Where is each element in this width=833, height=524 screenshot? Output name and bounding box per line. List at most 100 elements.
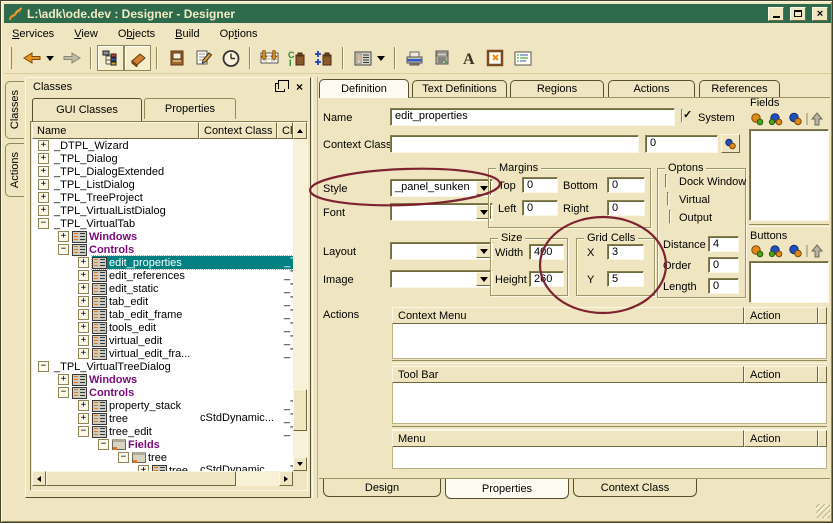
title-bar[interactable]: L:\adk\ode.dev : Designer - Designer × bbox=[4, 4, 831, 23]
tree-row[interactable]: −_TPL_VirtualTreeDialog bbox=[32, 360, 293, 373]
tree-row[interactable]: +virtual_edit_fra..._T bbox=[32, 347, 293, 360]
tool-bar-action-header[interactable]: Action bbox=[744, 366, 818, 383]
vertical-scrollbar-thumb[interactable] bbox=[293, 389, 307, 431]
tree-expand-toggle[interactable]: − bbox=[58, 387, 69, 398]
field-move-up-icon[interactable] bbox=[812, 113, 822, 125]
margin-right-input[interactable]: 0 bbox=[607, 200, 645, 216]
panel-splitter[interactable] bbox=[312, 77, 318, 498]
tree-expand-toggle[interactable]: − bbox=[58, 244, 69, 255]
dock-window-checkbox[interactable] bbox=[665, 174, 667, 188]
menu-services[interactable]: Services bbox=[12, 28, 54, 40]
tree-row[interactable]: +virtual_edit_T bbox=[32, 334, 293, 347]
tree-expand-toggle[interactable]: + bbox=[78, 348, 89, 359]
tree-row[interactable]: −tree bbox=[32, 451, 293, 464]
close-panel-icon[interactable]: × bbox=[296, 80, 303, 94]
tree-view-button[interactable] bbox=[97, 45, 124, 71]
tree-expand-toggle[interactable]: − bbox=[118, 452, 129, 463]
back-dropdown-icon[interactable] bbox=[46, 56, 54, 65]
context-menu-action-header[interactable]: Action bbox=[744, 307, 818, 324]
tree-row[interactable]: +_TPL_VirtualListDialog bbox=[32, 204, 293, 217]
tree-row[interactable]: +edit_properties_T bbox=[32, 256, 293, 269]
tree-row[interactable]: +_DTPL_Wizard bbox=[32, 139, 293, 152]
tree-expand-toggle[interactable]: + bbox=[58, 231, 69, 242]
tree-row[interactable]: +tools_edit_T bbox=[32, 321, 293, 334]
tree-expand-toggle[interactable]: + bbox=[78, 322, 89, 333]
float-panel-icon[interactable] bbox=[275, 83, 285, 92]
tree-expand-toggle[interactable]: + bbox=[78, 257, 89, 268]
layout-combobox[interactable] bbox=[390, 242, 493, 260]
tree-row[interactable]: +treecStdDynamic..._T bbox=[32, 464, 293, 471]
output-checkbox[interactable] bbox=[669, 210, 671, 224]
tree-row[interactable]: +_TPL_DialogExtended bbox=[32, 165, 293, 178]
column-header-class[interactable]: Cl bbox=[277, 122, 293, 139]
image-dropdown-icon[interactable] bbox=[476, 272, 491, 286]
virtual-checkbox[interactable] bbox=[667, 192, 669, 206]
horizontal-scrollbar[interactable] bbox=[32, 471, 293, 486]
menu-options[interactable]: Options bbox=[220, 28, 258, 40]
tree-row[interactable]: +Windows bbox=[32, 373, 293, 386]
tree-row[interactable]: +edit_references_T bbox=[32, 269, 293, 282]
tree-row[interactable]: +_TPL_Dialog bbox=[32, 152, 293, 165]
tab-design[interactable]: Design bbox=[323, 479, 441, 497]
form-select-dropdown-icon[interactable] bbox=[377, 56, 385, 65]
name-input[interactable]: edit_properties bbox=[390, 108, 675, 126]
scroll-up-button[interactable] bbox=[293, 122, 307, 139]
grid-x-input[interactable]: 3 bbox=[607, 244, 644, 260]
tab-properties-left[interactable]: Properties bbox=[144, 98, 236, 119]
tree-row[interactable]: +tab_edit_T bbox=[32, 295, 293, 308]
tree-row[interactable]: +_TPL_TreeProject bbox=[32, 191, 293, 204]
tree-expand-toggle[interactable]: − bbox=[38, 361, 49, 372]
tree-expand-toggle[interactable]: + bbox=[58, 374, 69, 385]
tree-row[interactable]: −tree_edit_T bbox=[32, 425, 293, 438]
button-edit-icon[interactable] bbox=[769, 246, 781, 257]
tree-expand-toggle[interactable]: + bbox=[78, 335, 89, 346]
field-add-icon[interactable] bbox=[752, 114, 763, 125]
margin-top-input[interactable]: 0 bbox=[522, 177, 558, 193]
image-combobox[interactable] bbox=[390, 270, 493, 288]
layout-dropdown-icon[interactable] bbox=[476, 244, 491, 258]
distance-input[interactable]: 4 bbox=[708, 236, 739, 252]
minimize-button[interactable] bbox=[768, 7, 784, 21]
context-class-number-input[interactable]: 0 bbox=[645, 135, 718, 153]
tree-expand-toggle[interactable]: + bbox=[38, 140, 49, 151]
length-input[interactable]: 0 bbox=[708, 278, 739, 294]
tree-row[interactable]: +tab_edit_frame_T bbox=[32, 308, 293, 321]
tree-expand-toggle[interactable]: + bbox=[38, 192, 49, 203]
context-menu-header[interactable]: Context Menu bbox=[392, 307, 744, 324]
tree-expand-toggle[interactable]: − bbox=[98, 439, 109, 450]
menu-body[interactable] bbox=[392, 447, 827, 469]
style-combobox[interactable]: _panel_sunken bbox=[390, 179, 493, 197]
order-input[interactable]: 0 bbox=[708, 257, 739, 273]
tree-row[interactable]: −_TPL_VirtualTab bbox=[32, 217, 293, 230]
tab-text-definitions[interactable]: Text Definitions bbox=[412, 80, 507, 97]
system-checkbox[interactable] bbox=[681, 109, 683, 123]
tree-row[interactable]: +treecStdDynamic..._T bbox=[32, 412, 293, 425]
tree-expand-toggle[interactable]: − bbox=[78, 426, 89, 437]
context-class-input[interactable] bbox=[390, 135, 639, 153]
font-combobox[interactable] bbox=[390, 203, 493, 221]
button-link-icon[interactable] bbox=[790, 245, 801, 256]
resize-grip[interactable] bbox=[816, 504, 830, 518]
book-button[interactable] bbox=[163, 45, 190, 71]
dock-tab-classes[interactable]: Classes bbox=[5, 81, 24, 139]
forward-button[interactable] bbox=[58, 45, 85, 71]
tree-row[interactable]: +edit_static_T bbox=[32, 282, 293, 295]
tree-row[interactable]: −Controls bbox=[32, 386, 293, 399]
menu-action-header[interactable]: Action bbox=[744, 430, 818, 447]
tree-expand-toggle[interactable]: + bbox=[78, 309, 89, 320]
tool-bar-body[interactable] bbox=[392, 383, 827, 424]
action-list-splitter[interactable] bbox=[392, 360, 827, 364]
image-editor-button[interactable] bbox=[482, 45, 509, 71]
width-input[interactable]: 400 bbox=[529, 244, 564, 260]
eraser-button[interactable] bbox=[124, 45, 151, 71]
menu-objects[interactable]: Objects bbox=[118, 28, 155, 40]
tab-references[interactable]: References bbox=[699, 80, 780, 97]
tree-row[interactable]: +_TPL_ListDialog bbox=[32, 178, 293, 191]
height-input[interactable]: 260 bbox=[529, 271, 564, 287]
menu-view[interactable]: View bbox=[74, 28, 98, 40]
edit-document-button[interactable] bbox=[190, 45, 217, 71]
margin-bottom-input[interactable]: 0 bbox=[607, 177, 645, 193]
context-class-picker-button[interactable] bbox=[721, 134, 740, 153]
back-button[interactable] bbox=[18, 45, 45, 71]
tree-expand-toggle[interactable]: + bbox=[38, 179, 49, 190]
